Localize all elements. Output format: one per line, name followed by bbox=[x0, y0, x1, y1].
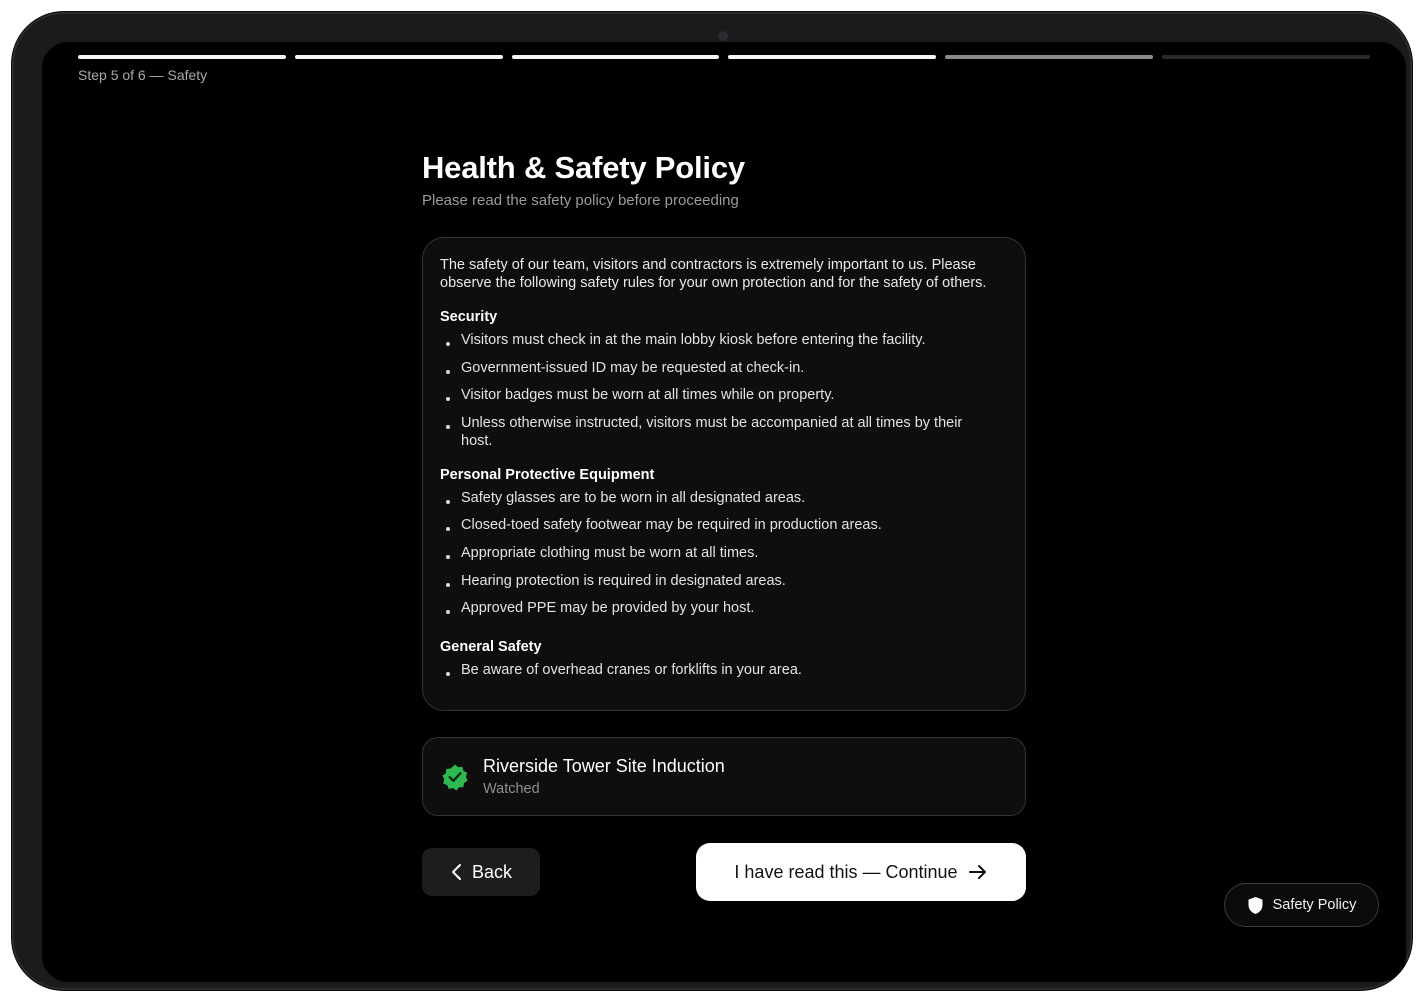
list-item-text: Visitor badges must be worn at all times… bbox=[461, 387, 835, 404]
bullet-icon bbox=[446, 582, 450, 587]
verified-check-icon bbox=[441, 763, 469, 791]
bullet-icon bbox=[446, 610, 450, 615]
app-screen: Step 5 of 6 — Safety Health & Safety Pol… bbox=[42, 42, 1406, 982]
progress-segment-1 bbox=[78, 55, 286, 59]
bullet-icon bbox=[446, 424, 450, 429]
list-item-text: Approved PPE may be provided by your hos… bbox=[461, 600, 755, 617]
policy-intro: The safety of our team, visitors and con… bbox=[440, 257, 987, 291]
section-title-security: Security bbox=[440, 309, 498, 325]
bullet-icon bbox=[446, 527, 450, 532]
list-item: Hearing protection is required in design… bbox=[440, 572, 1007, 590]
ppe-list: Safety glasses are to be worn in all des… bbox=[440, 489, 1007, 617]
list-item: Unless otherwise instructed, visitors mu… bbox=[440, 414, 980, 450]
shield-icon bbox=[1247, 896, 1264, 915]
list-item-text: Unless otherwise instructed, visitors mu… bbox=[461, 414, 963, 449]
bullet-icon bbox=[446, 342, 450, 346]
progress-segment-6 bbox=[1162, 55, 1370, 59]
security-list: Visitors must check in at the main lobby… bbox=[440, 331, 1007, 450]
list-item: Visitors must check in at the main lobby… bbox=[440, 331, 1007, 349]
video-title: Riverside Tower Site Induction bbox=[483, 756, 725, 776]
bullet-icon bbox=[446, 554, 450, 559]
progress-segment-5 bbox=[945, 55, 1154, 59]
continue-button-label: I have read this — Continue bbox=[734, 861, 958, 882]
video-status: Watched bbox=[483, 781, 540, 797]
list-item-text: Visitors must check in at the main lobby… bbox=[461, 332, 926, 348]
safety-policy-chip-label: Safety Policy bbox=[1272, 897, 1357, 913]
policy-scroll-panel[interactable]: The safety of our team, visitors and con… bbox=[422, 237, 1026, 711]
list-item-text: Appropriate clothing must be worn at all… bbox=[461, 544, 759, 561]
list-item-text: Hearing protection is required in design… bbox=[461, 572, 786, 589]
progress-bar bbox=[78, 55, 1370, 60]
list-item-text: Closed-toed safety footwear may be requi… bbox=[461, 517, 882, 534]
list-item-text: Government-issued ID may be requested at… bbox=[461, 359, 805, 376]
list-item-text: Be aware of overhead cranes or forklifts… bbox=[461, 662, 802, 679]
list-item: Government-issued ID may be requested at… bbox=[440, 359, 1007, 377]
section-title-ppe: Personal Protective Equipment bbox=[440, 466, 655, 483]
progress-segment-2 bbox=[294, 55, 503, 59]
page-title: Health & Safety Policy bbox=[422, 150, 745, 185]
section-title-general-safety: General Safety bbox=[440, 639, 542, 656]
list-item: Appropriate clothing must be worn at all… bbox=[440, 544, 1007, 562]
back-button-label: Back bbox=[471, 861, 513, 882]
page-subtitle: Please read the safety policy before pro… bbox=[422, 192, 739, 209]
progress-segment-4 bbox=[728, 55, 937, 59]
list-item: Be aware of overhead cranes or forklifts… bbox=[440, 661, 1007, 679]
bullet-icon bbox=[446, 499, 450, 504]
safety-policy-chip[interactable]: Safety Policy bbox=[1224, 883, 1379, 927]
list-item: Safety glasses are to be worn in all des… bbox=[440, 489, 1007, 507]
bullet-icon bbox=[446, 672, 450, 677]
step-label: Step 5 of 6 — Safety bbox=[78, 67, 208, 83]
chevron-left-icon bbox=[450, 863, 464, 881]
continue-button[interactable]: I have read this — Continue bbox=[696, 843, 1026, 901]
camera-dot bbox=[718, 31, 728, 41]
list-item: Closed-toed safety footwear may be requi… bbox=[440, 516, 1007, 534]
arrow-right-icon bbox=[968, 863, 988, 881]
list-item: Visitor badges must be worn at all times… bbox=[440, 386, 1007, 404]
tablet-bezel: Step 5 of 6 — Safety Health & Safety Pol… bbox=[12, 12, 1412, 990]
induction-video-card[interactable]: Riverside Tower Site Induction Watched bbox=[422, 737, 1026, 816]
progress-segment-3 bbox=[511, 55, 720, 59]
bullet-icon bbox=[446, 397, 450, 402]
list-item-text: Safety glasses are to be worn in all des… bbox=[461, 489, 806, 506]
general-safety-list: Be aware of overhead cranes or forklifts… bbox=[440, 661, 1007, 679]
back-button[interactable]: Back bbox=[422, 848, 540, 896]
bullet-icon bbox=[446, 369, 450, 374]
list-item: Approved PPE may be provided by your hos… bbox=[440, 599, 1007, 617]
